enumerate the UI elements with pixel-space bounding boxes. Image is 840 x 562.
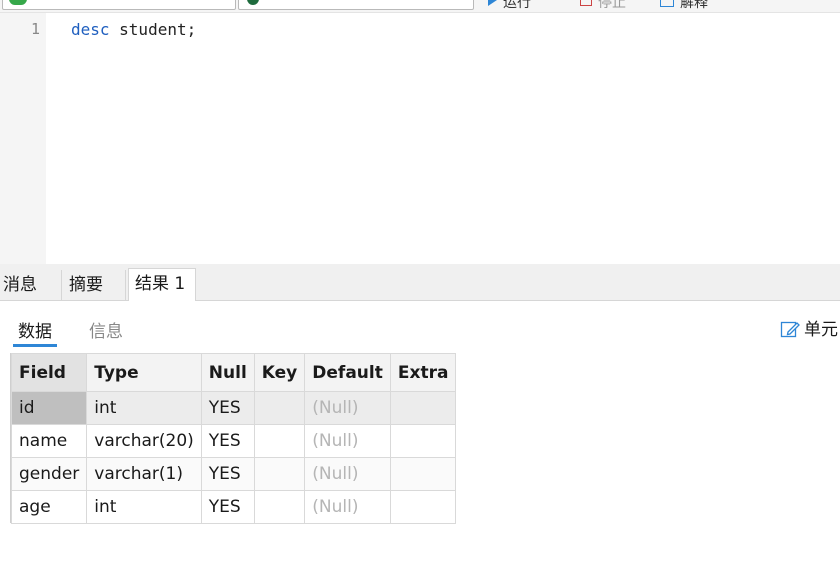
table-cell[interactable]: YES: [200, 391, 255, 425]
table-cell[interactable]: gender: [10, 457, 88, 491]
database-select[interactable]: [238, 0, 474, 10]
sql-keyword: desc: [71, 20, 110, 39]
table-cell[interactable]: [253, 457, 306, 491]
column-header-null[interactable]: Null: [200, 353, 255, 392]
connection-icon: [9, 0, 27, 5]
table-cell[interactable]: [389, 391, 457, 425]
header-row: Field Type Null Key Default Extra: [10, 353, 457, 392]
column-header-field[interactable]: Field: [10, 353, 88, 392]
tab-data[interactable]: 数据: [13, 317, 57, 347]
table-row[interactable]: id int YES (Null): [10, 391, 457, 425]
sql-editor[interactable]: 1 desc student;: [0, 13, 840, 264]
sql-text: student;: [109, 20, 197, 39]
tab-info[interactable]: 信息: [89, 317, 123, 342]
cell-button[interactable]: 单元: [780, 315, 838, 340]
run-label: 运行: [503, 0, 531, 11]
result-subtabs: 数据 信息 单元: [0, 301, 840, 353]
play-icon: [488, 0, 497, 6]
table-cell[interactable]: varchar(1): [86, 457, 202, 491]
row-marker-header: [0, 353, 11, 391]
row-marker[interactable]: [0, 490, 11, 523]
tab-summary[interactable]: 摘要: [66, 270, 126, 300]
line-gutter: 1: [0, 13, 46, 264]
query-toolbar: 运行 停止 解释: [0, 0, 840, 13]
pencil-icon: [780, 321, 800, 338]
result-tab-bar: 消息 摘要 结果 1: [0, 264, 840, 301]
run-button[interactable]: 运行: [488, 0, 531, 11]
table-cell[interactable]: name: [10, 424, 88, 458]
table-cell[interactable]: YES: [200, 424, 255, 458]
column-header-extra[interactable]: Extra: [389, 353, 457, 392]
column-header-type[interactable]: Type: [86, 353, 202, 392]
table-cell[interactable]: age: [10, 490, 88, 524]
tab-result-1[interactable]: 结果 1: [128, 268, 196, 301]
code-line[interactable]: desc student;: [71, 20, 196, 39]
table-row[interactable]: name varchar(20) YES (Null): [10, 424, 457, 458]
stop-icon: [580, 0, 592, 6]
line-number: 1: [30, 20, 40, 38]
data-table: Field Type Null Key Default Extra id int…: [10, 353, 457, 524]
table-cell[interactable]: [253, 490, 306, 524]
column-header-key[interactable]: Key: [253, 353, 306, 392]
explain-icon: [660, 0, 674, 7]
table-cell[interactable]: (Null): [304, 391, 391, 425]
table-cell[interactable]: YES: [200, 490, 255, 524]
table-cell[interactable]: int: [86, 391, 202, 425]
table-cell[interactable]: (Null): [304, 490, 391, 524]
table-cell[interactable]: [253, 424, 306, 458]
connection-select[interactable]: [2, 0, 236, 10]
table-cell[interactable]: YES: [200, 457, 255, 491]
cell-label: 单元: [804, 320, 838, 340]
table-cell[interactable]: [389, 424, 457, 458]
row-marker[interactable]: [0, 457, 11, 490]
column-header-default[interactable]: Default: [304, 353, 391, 392]
table-cell[interactable]: [253, 391, 306, 425]
table-cell[interactable]: [389, 490, 457, 524]
table-cell[interactable]: (Null): [304, 424, 391, 458]
table-cell[interactable]: int: [86, 490, 202, 524]
row-marker[interactable]: [0, 391, 11, 424]
stop-label: 停止: [598, 0, 626, 11]
table-row[interactable]: gender varchar(1) YES (Null): [10, 457, 457, 491]
stop-button[interactable]: 停止: [580, 0, 626, 11]
table-cell[interactable]: [389, 457, 457, 491]
explain-label: 解释: [680, 0, 708, 11]
database-icon: [247, 0, 259, 5]
table-cell[interactable]: (Null): [304, 457, 391, 491]
table-cell[interactable]: varchar(20): [86, 424, 202, 458]
tab-messages[interactable]: 消息: [0, 270, 62, 300]
table-row[interactable]: age int YES (Null): [10, 490, 457, 524]
table-cell[interactable]: id: [10, 391, 88, 425]
explain-button[interactable]: 解释: [660, 0, 708, 11]
row-marker[interactable]: [0, 424, 11, 457]
